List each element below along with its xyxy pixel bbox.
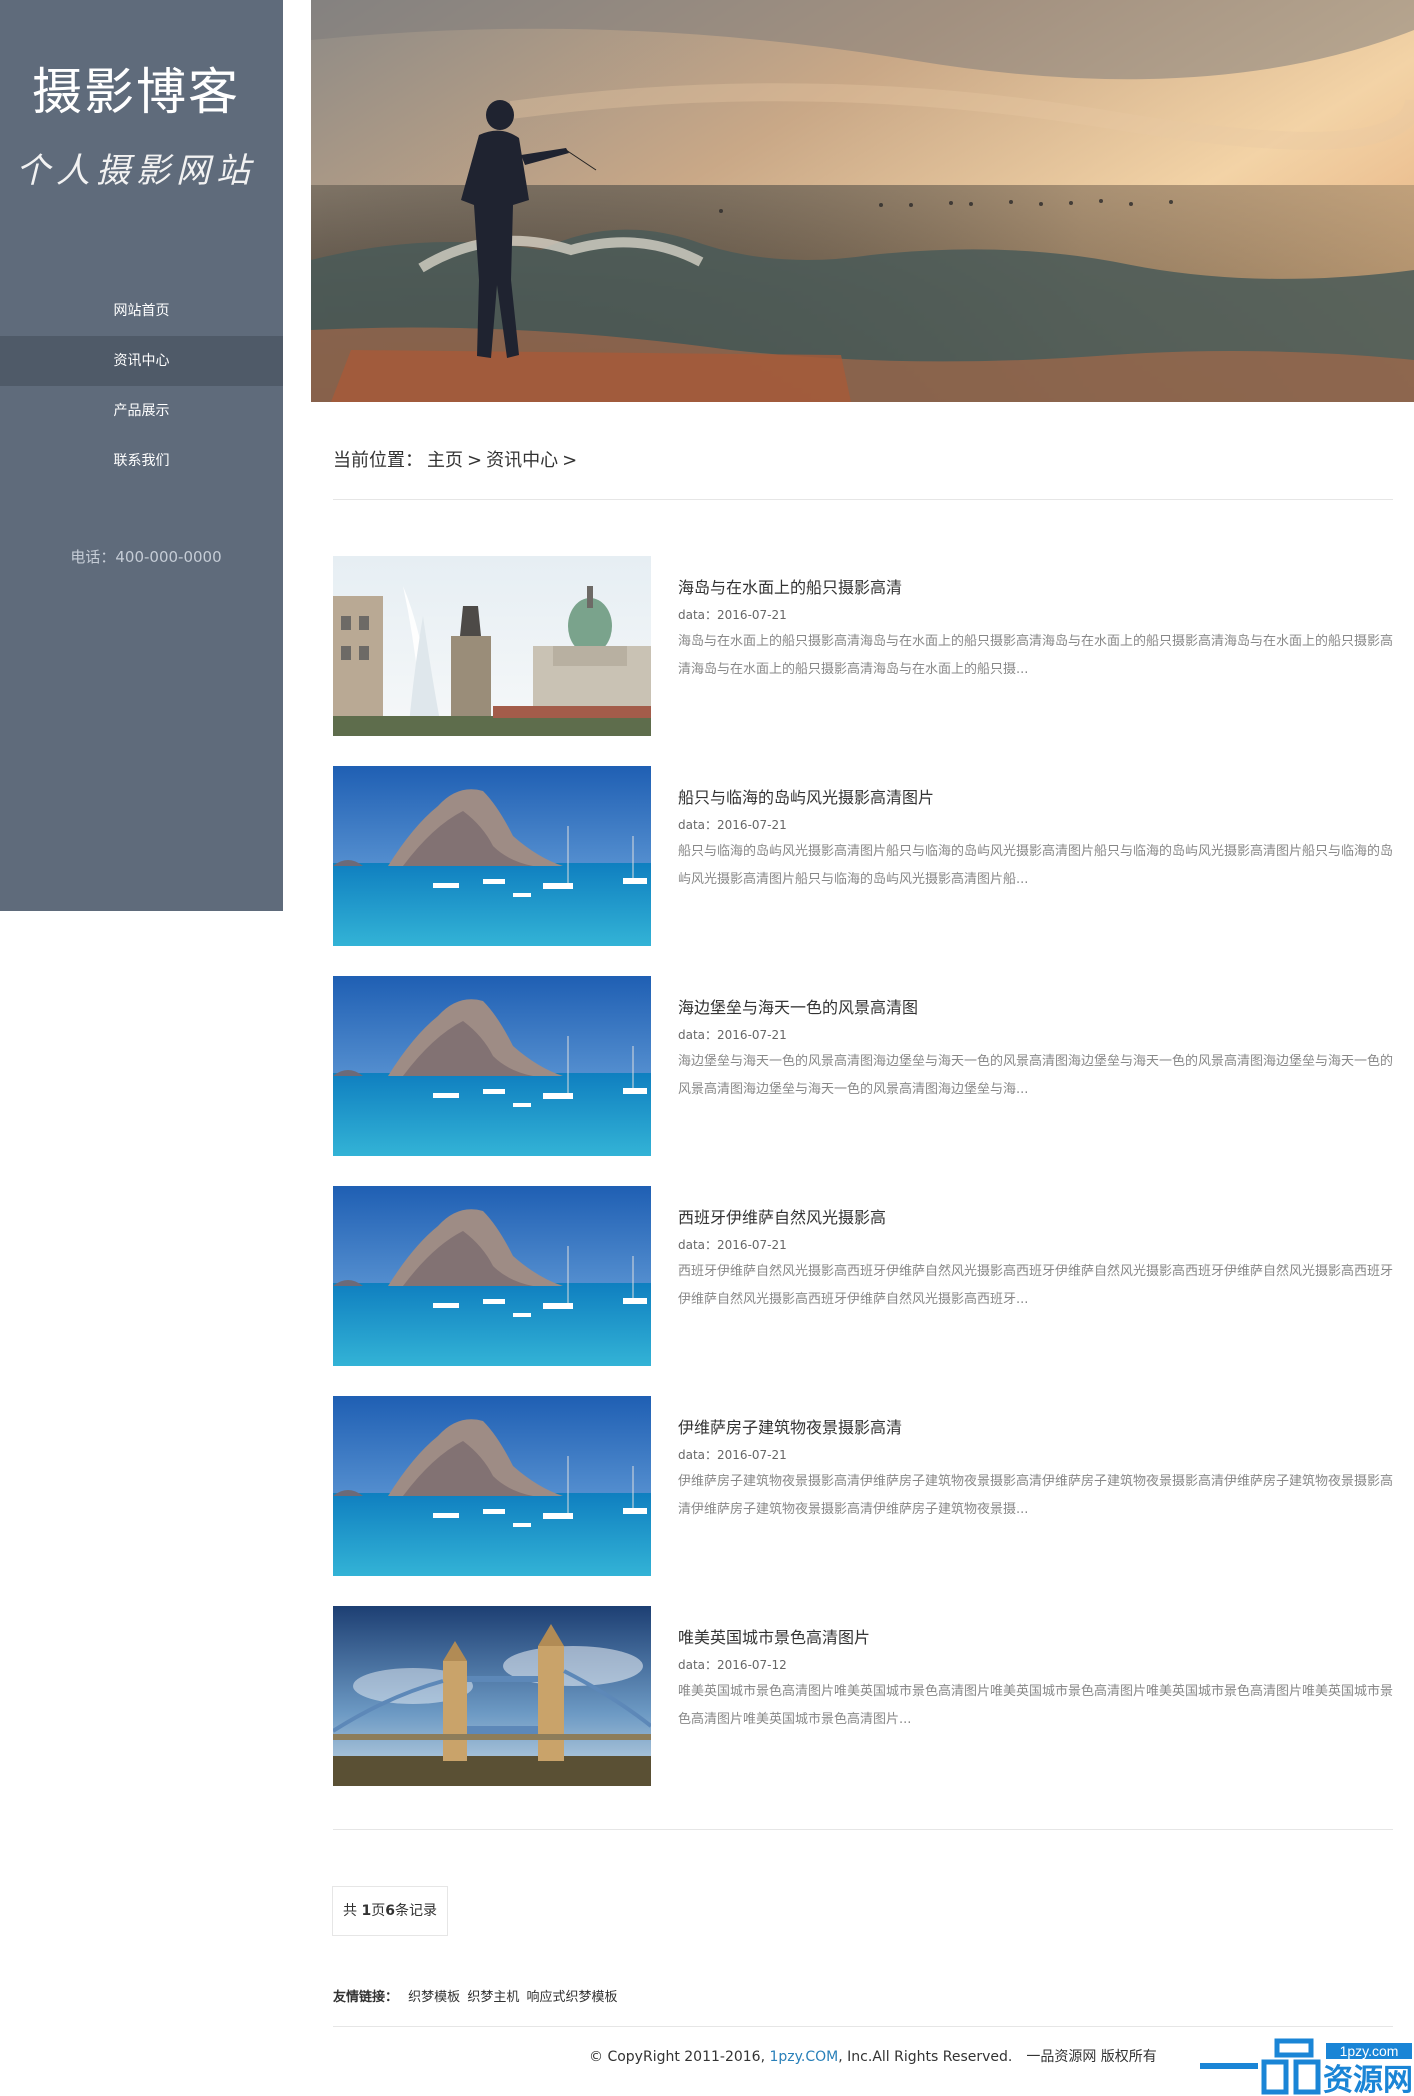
article-description: 海边堡垒与海天一色的风景高清图海边堡垒与海天一色的风景高清图海边堡垒与海天一色的… — [678, 1054, 1394, 1097]
article-thumbnail[interactable] — [333, 976, 651, 1156]
copyright-owner: 一品资源网 版权所有 — [1026, 2049, 1157, 2065]
article-title[interactable]: 唯美英国城市景色高清图片 — [678, 1624, 870, 1648]
friend-link[interactable]: 织梦模板 — [408, 1990, 460, 2005]
article-description: 西班牙伊维萨自然风光摄影高西班牙伊维萨自然风光摄影高西班牙伊维萨自然风光摄影高西… — [678, 1264, 1394, 1307]
article-item: 唯美英国城市景色高清图片 data：2016-07-12 唯美英国城市景色高清图… — [333, 1606, 1393, 1786]
friend-link[interactable]: 响应式织梦模板 — [526, 1990, 617, 2005]
copyright-rights: , Inc.All Rights Reserved. — [838, 2049, 1013, 2065]
island-boats-image — [333, 1396, 651, 1576]
breadcrumb-separator: > — [562, 450, 578, 471]
article-item: 西班牙伊维萨自然风光摄影高 data：2016-07-21 西班牙伊维萨自然风光… — [333, 1186, 1393, 1366]
site-subtitle: 个人摄影网站 — [16, 151, 256, 191]
article-date: data：2016-07-21 — [678, 608, 787, 622]
brand-logo: 1pzy.com 资源网 — [1200, 2034, 1414, 2096]
city-fountain-image — [333, 556, 651, 736]
divider — [333, 1829, 1393, 1830]
pager-record-count: 6 — [385, 1903, 395, 1919]
pagination-info: 共 1页6条记录 — [332, 1886, 448, 1936]
copyright: © CopyRight 2011-2016, 1pzy.COM, Inc.All… — [589, 2046, 1157, 2066]
banner-image — [311, 0, 1414, 402]
brand-domain: 1pzy.com — [1340, 2043, 1399, 2059]
nav-item-news[interactable]: 资讯中心 — [0, 336, 283, 386]
breadcrumb-home-link[interactable]: 主页 — [427, 450, 463, 471]
breadcrumb-separator: > — [467, 450, 483, 471]
article-date: data：2016-07-21 — [678, 818, 787, 832]
nav-item-label: 网站首页 — [113, 303, 170, 319]
breadcrumb-prefix: 当前位置： — [333, 450, 423, 471]
copyright-text: © CopyRight 2011-2016, — [589, 2049, 770, 2065]
article-thumbnail[interactable] — [333, 1396, 651, 1576]
article-item: 海边堡垒与海天一色的风景高清图 data：2016-07-21 海边堡垒与海天一… — [333, 976, 1393, 1156]
hero-banner — [311, 0, 1414, 402]
article-thumbnail[interactable] — [333, 556, 651, 736]
article-title[interactable]: 伊维萨房子建筑物夜景摄影高清 — [678, 1414, 902, 1438]
nav-item-contact[interactable]: 联系我们 — [0, 436, 283, 486]
island-boats-image — [333, 766, 651, 946]
site-title[interactable]: 摄影博客 — [0, 52, 272, 124]
island-boats-image — [333, 976, 651, 1156]
nav-item-products[interactable]: 产品展示 — [0, 386, 283, 436]
breadcrumb: 当前位置： 主页 > 资讯中心 > — [333, 446, 581, 472]
divider — [333, 2026, 1393, 2027]
sidebar: 摄影博客 个人摄影网站 网站首页 资讯中心 产品展示 联系我们 电话：400-0… — [0, 0, 283, 911]
article-description: 海岛与在水面上的船只摄影高清海岛与在水面上的船只摄影高清海岛与在水面上的船只摄影… — [678, 634, 1394, 677]
brand-name: 资源网 — [1323, 2063, 1413, 2096]
article-date: data：2016-07-21 — [678, 1028, 787, 1042]
pager-prefix: 共 — [343, 1903, 362, 1919]
article-item: 船只与临海的岛屿风光摄影高清图片 data：2016-07-21 船只与临海的岛… — [333, 766, 1393, 946]
nav-item-label: 联系我们 — [113, 453, 170, 469]
island-boats-image — [333, 1186, 651, 1366]
article-date: data：2016-07-21 — [678, 1448, 787, 1462]
pager-page-count: 1 — [361, 1903, 372, 1919]
article-title[interactable]: 海岛与在水面上的船只摄影高清 — [678, 574, 902, 598]
pager-mid: 页 — [371, 1903, 386, 1919]
friend-link[interactable]: 织梦主机 — [467, 1990, 519, 2005]
brand-logo-mark: 1pzy.com 资源网 — [1200, 2038, 1413, 2096]
friend-links-label: 友情链接： — [333, 1990, 399, 2005]
article-thumbnail[interactable] — [333, 1186, 651, 1366]
article-item: 海岛与在水面上的船只摄影高清 data：2016-07-21 海岛与在水面上的船… — [333, 556, 1393, 736]
tower-bridge-image — [333, 1606, 651, 1786]
article-title[interactable]: 船只与临海的岛屿风光摄影高清图片 — [678, 784, 934, 808]
nav-item-label: 资讯中心 — [113, 353, 170, 369]
article-description: 伊维萨房子建筑物夜景摄影高清伊维萨房子建筑物夜景摄影高清伊维萨房子建筑物夜景摄影… — [678, 1474, 1394, 1517]
nav-item-home[interactable]: 网站首页 — [0, 286, 283, 336]
nav-item-label: 产品展示 — [113, 403, 170, 419]
article-description: 唯美英国城市景色高清图片唯美英国城市景色高清图片唯美英国城市景色高清图片唯美英国… — [678, 1684, 1394, 1727]
pager-suffix: 条记录 — [394, 1903, 437, 1919]
divider — [333, 499, 1393, 500]
article-title[interactable]: 海边堡垒与海天一色的风景高清图 — [678, 994, 918, 1018]
article-title[interactable]: 西班牙伊维萨自然风光摄影高 — [678, 1204, 886, 1228]
phone-number: 电话：400-000-0000 — [70, 548, 222, 566]
breadcrumb-current-link[interactable]: 资讯中心 — [486, 450, 558, 471]
article-date: data：2016-07-21 — [678, 1238, 787, 1252]
article-thumbnail[interactable] — [333, 766, 651, 946]
main-nav: 网站首页 资讯中心 产品展示 联系我们 — [0, 286, 283, 486]
copyright-site-link[interactable]: 1pzy.COM — [770, 2049, 839, 2065]
article-description: 船只与临海的岛屿风光摄影高清图片船只与临海的岛屿风光摄影高清图片船只与临海的岛屿… — [678, 844, 1394, 887]
article-date: data：2016-07-12 — [678, 1658, 787, 1672]
article-thumbnail[interactable] — [333, 1606, 651, 1786]
friend-links: 友情链接： 织梦模板 织梦主机 响应式织梦模板 — [333, 1986, 620, 2005]
article-item: 伊维萨房子建筑物夜景摄影高清 data：2016-07-21 伊维萨房子建筑物夜… — [333, 1396, 1393, 1576]
